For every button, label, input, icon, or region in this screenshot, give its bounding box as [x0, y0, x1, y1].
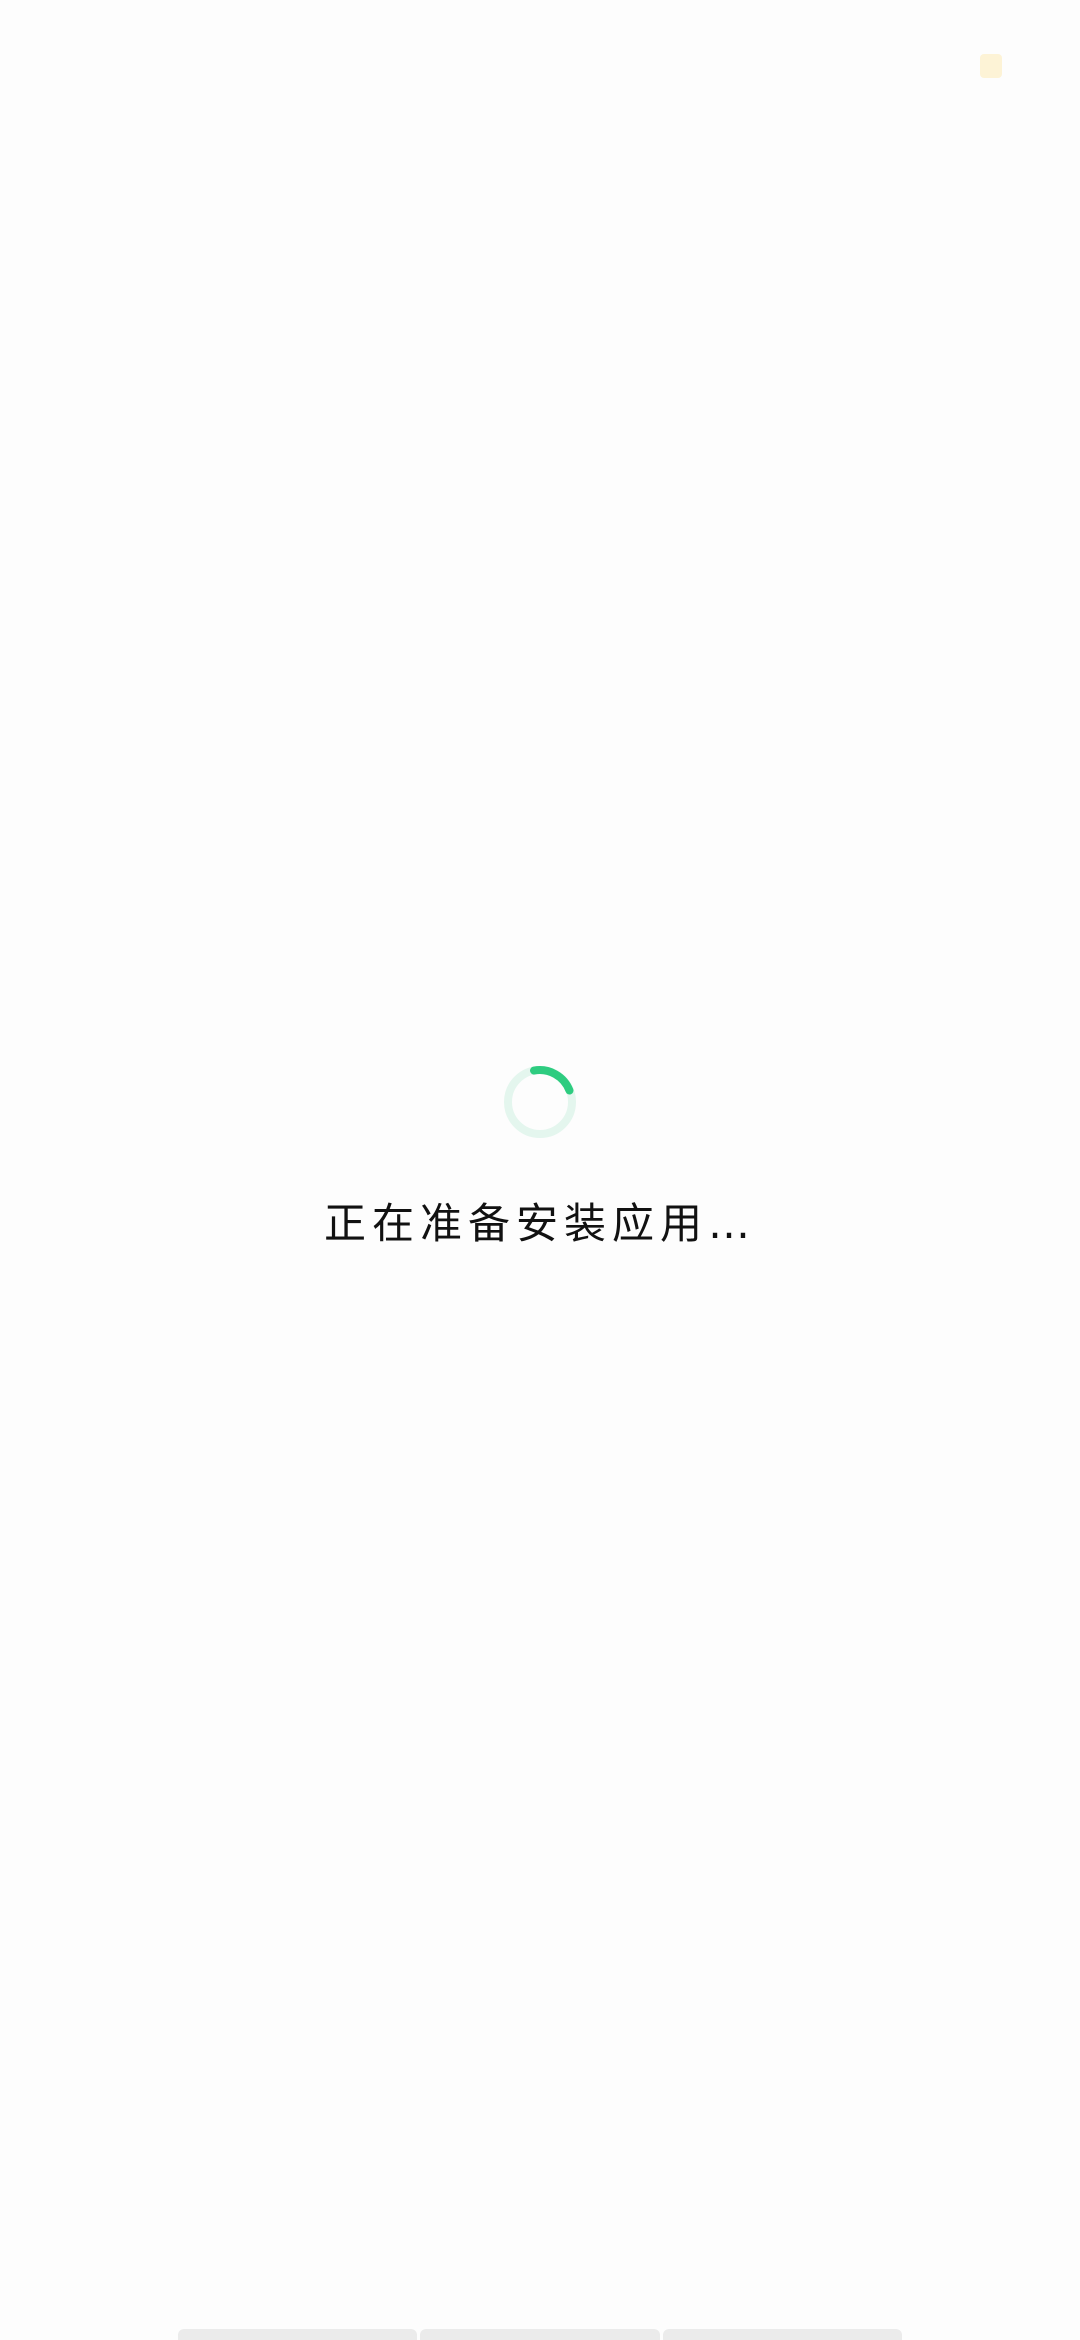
- app-badge-icon: [980, 54, 1002, 78]
- bottom-bar-segment: [178, 2329, 418, 2340]
- spinner-graphic: [504, 1066, 576, 1138]
- spinner-arc: [530, 1066, 574, 1095]
- loading-message: 正在准备安装应用…: [323, 1199, 756, 1248]
- bottom-bar-segment: [420, 2329, 660, 2340]
- bottom-navigation-bar: [178, 2329, 902, 2340]
- bottom-bar-segment: [662, 2329, 902, 2340]
- loading-spinner-icon: [502, 1064, 578, 1140]
